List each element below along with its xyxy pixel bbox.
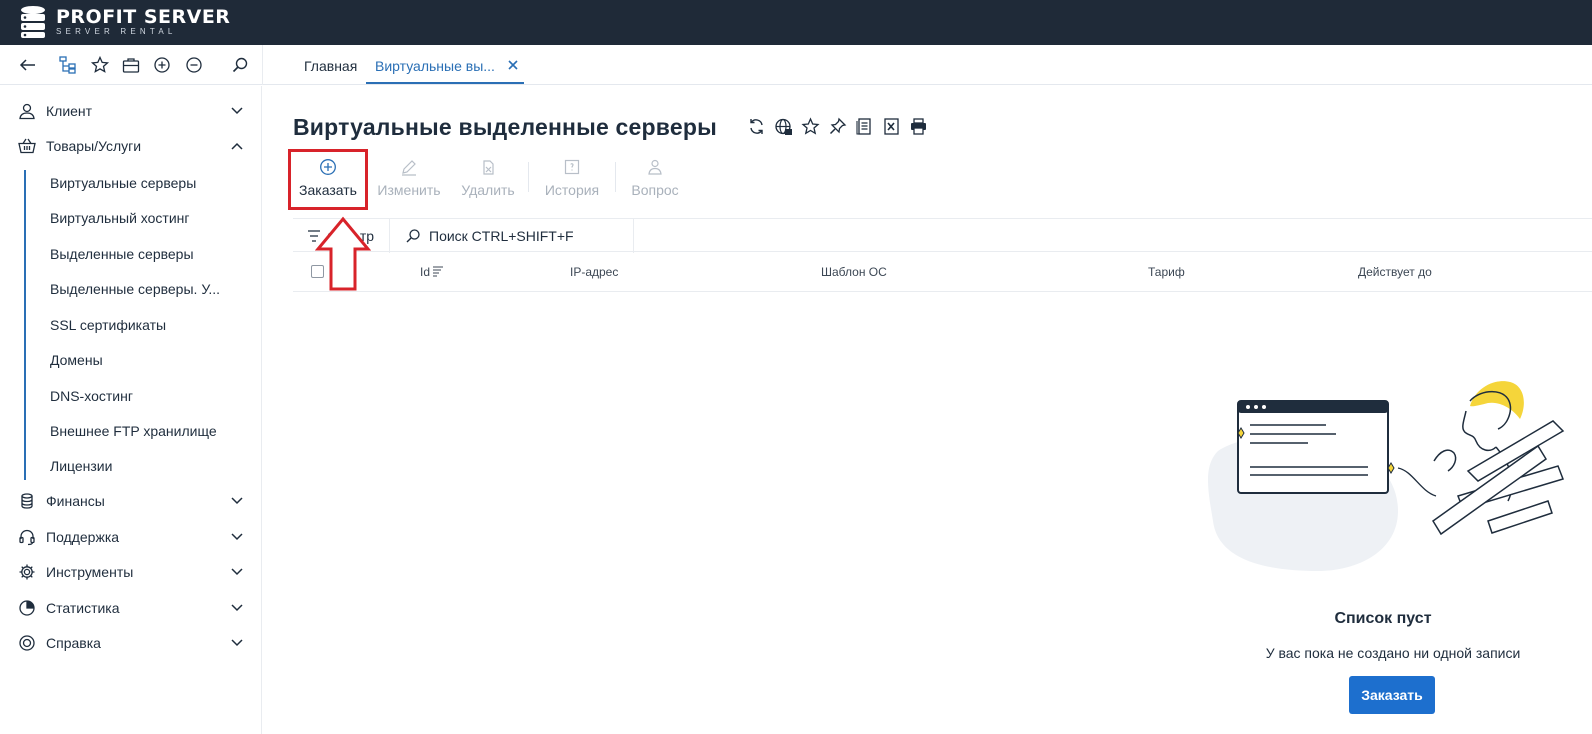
sidebar-item-dedicated-servers-u[interactable]: Выделенные серверы. У... (50, 281, 220, 297)
column-header-id[interactable]: Id (420, 265, 430, 279)
column-header-os-template[interactable]: Шаблон ОС (821, 265, 887, 279)
star-icon[interactable] (90, 55, 110, 75)
highlight-box (288, 149, 368, 210)
sidebar-group-client[interactable]: Клиент (0, 94, 262, 128)
question-action-label: Вопрос (631, 182, 679, 198)
coins-icon (21, 493, 33, 509)
brand-name: PROFIT SERVER (56, 6, 231, 28)
zoom-out-icon[interactable] (184, 55, 204, 75)
sidebar-item-dedicated-servers[interactable]: Выделенные серверы (50, 246, 194, 262)
sidebar-group-label: Инструменты (46, 564, 134, 580)
sidebar-group-finance[interactable]: Финансы (0, 484, 262, 518)
back-icon[interactable] (18, 55, 38, 75)
tab-virtual-servers[interactable]: Виртуальные вы... (375, 58, 495, 74)
sidebar-group-statistics[interactable]: Статистика (0, 591, 262, 625)
history-action-button[interactable]: История (541, 154, 603, 204)
title-actions (747, 117, 928, 136)
sidebar-group-tools[interactable]: Инструменты (0, 555, 262, 589)
chevron-down-icon (231, 107, 243, 115)
sidebar-group-support[interactable]: Поддержка (0, 520, 262, 554)
top-bar: PROFIT SERVER SERVER RENTAL (0, 0, 1592, 45)
user-icon (19, 103, 35, 120)
toolbar-divider (262, 45, 263, 85)
empty-state-subtitle: У вас пока не создано ни одной записи (1265, 645, 1521, 661)
excel-export-icon[interactable] (882, 117, 901, 136)
close-tab-icon[interactable] (508, 60, 518, 70)
chevron-up-icon (231, 142, 243, 150)
chevron-down-icon (231, 568, 243, 576)
sidebar-group-label: Справка (46, 635, 101, 651)
favorite-star-icon[interactable] (801, 117, 820, 136)
document-icon[interactable] (855, 117, 874, 136)
empty-state-illustration (1208, 381, 1565, 571)
sidebar-group-label: Финансы (46, 493, 105, 509)
delete-action-button[interactable]: Удалить (457, 154, 519, 204)
sort-icon[interactable] (432, 266, 444, 277)
sidebar-group-label: Клиент (46, 103, 93, 119)
order-button[interactable]: Заказать (1349, 676, 1435, 714)
filter-divider (633, 219, 634, 253)
server-logo-icon (21, 6, 45, 38)
sidebar-group-label: Статистика (46, 600, 120, 616)
table-header: Id IP-адрес Шаблон ОС Тариф Действует до (293, 252, 1592, 292)
question-action-button[interactable]: Вопрос (627, 154, 683, 204)
annotation-arrow-icon (315, 216, 371, 291)
sidebar-item-virtual-servers[interactable]: Виртуальные серверы (50, 175, 196, 191)
search-input[interactable] (429, 224, 629, 248)
edit-action-button[interactable]: Изменить (373, 154, 445, 204)
column-header-tariff[interactable]: Тариф (1148, 265, 1185, 279)
filter-divider (389, 219, 390, 253)
refresh-icon[interactable] (747, 117, 766, 136)
sidebar-item-virtual-hosting[interactable]: Виртуальный хостинг (50, 210, 190, 226)
sidebar-group-products[interactable]: Товары/Услуги (0, 129, 262, 163)
sidebar-item-ssl[interactable]: SSL сертификаты (50, 317, 166, 333)
sidebar-item-ftp-storage[interactable]: Внешнее FTP хранилище (50, 423, 217, 439)
column-header-valid-until[interactable]: Действует до (1358, 265, 1432, 279)
column-header-ip[interactable]: IP-адрес (570, 265, 618, 279)
delete-action-label: Удалить (461, 182, 515, 198)
filter-bar: Фильтр (293, 218, 1592, 253)
sidebar-item-domains[interactable]: Домены (50, 352, 103, 368)
pie-chart-icon (19, 600, 35, 616)
pin-icon[interactable] (828, 117, 847, 136)
delete-icon (483, 160, 494, 175)
briefcase-icon[interactable] (121, 55, 141, 75)
main-content: Виртуальные выделенные серверы Заказать … (263, 86, 1592, 734)
sidebar-group-label: Товары/Услуги (46, 138, 142, 154)
history-action-label: История (544, 182, 600, 198)
sidebar-group-help[interactable]: Справка (0, 626, 262, 660)
globe-icon[interactable] (774, 117, 793, 136)
edit-action-label: Изменить (377, 182, 441, 198)
zoom-in-icon[interactable] (152, 55, 172, 75)
search-icon (406, 229, 420, 243)
sidebar-item-licenses[interactable]: Лицензии (50, 458, 112, 474)
page-title: Виртуальные выделенные серверы (293, 114, 717, 140)
active-tab-indicator (366, 82, 524, 84)
action-divider (615, 162, 616, 192)
history-icon (564, 159, 580, 175)
chevron-down-icon (231, 533, 243, 541)
sidebar-item-dns-hosting[interactable]: DNS-хостинг (50, 388, 133, 404)
question-user-icon (648, 159, 662, 175)
sidebar-group-label: Поддержка (46, 529, 120, 545)
chevron-down-icon (231, 497, 243, 505)
gear-icon (19, 564, 35, 580)
print-icon[interactable] (909, 117, 928, 136)
submenu-indicator (24, 170, 26, 480)
pencil-icon (402, 160, 416, 176)
sidebar: Клиент Товары/Услуги Виртуальные серверы… (0, 86, 262, 734)
brand-tagline: SERVER RENTAL (56, 27, 177, 36)
secondary-toolbar: Главная Виртуальные вы... (0, 45, 1592, 85)
empty-state-title: Список пуст (1334, 610, 1432, 627)
action-divider (528, 162, 529, 192)
chevron-down-icon (231, 639, 243, 647)
chevron-down-icon (231, 604, 243, 612)
headset-icon (19, 529, 35, 546)
basket-icon (18, 138, 36, 154)
lifebuoy-icon (19, 635, 35, 651)
brand-logo[interactable]: PROFIT SERVER SERVER RENTAL (20, 5, 230, 39)
tab-home[interactable]: Главная (304, 58, 357, 74)
tree-menu-icon[interactable] (58, 55, 78, 75)
search-icon[interactable] (230, 55, 250, 75)
